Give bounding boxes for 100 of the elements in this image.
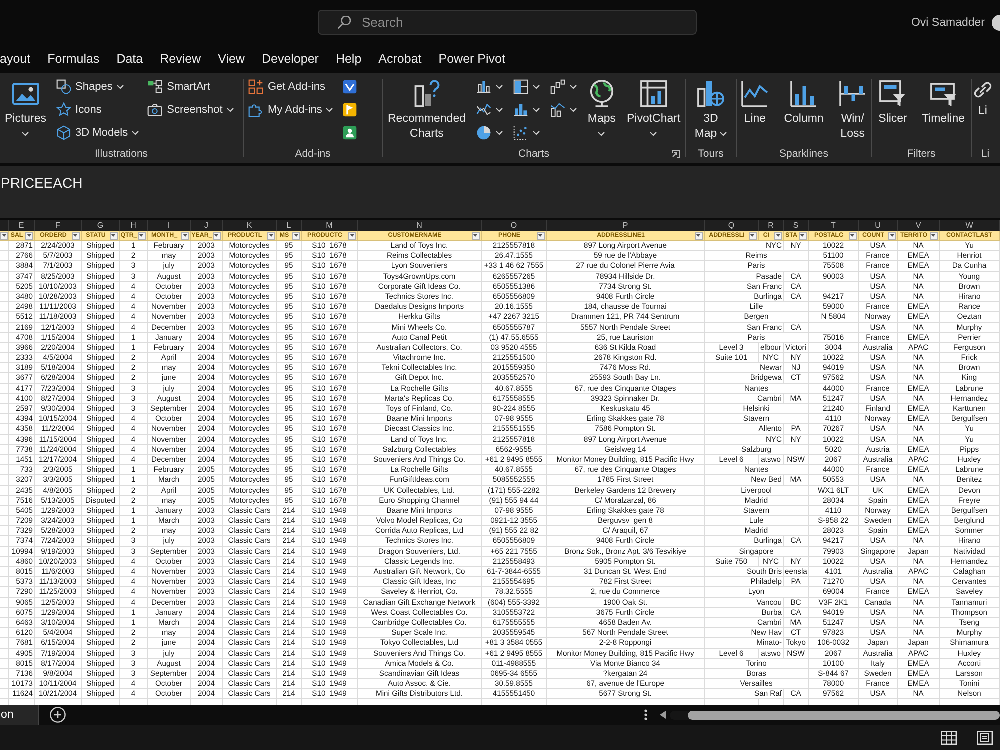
filter-dropdown-button[interactable] xyxy=(536,232,545,240)
ribbon-button[interactable]: Li xyxy=(972,75,994,119)
combo-chart-icon xyxy=(550,102,566,118)
menu-tab[interactable]: Data xyxy=(116,46,144,72)
filter-dropdown-button[interactable] xyxy=(348,232,356,240)
ribbon-button[interactable]: Win/ Loss xyxy=(834,75,871,142)
filter-dropdown-button[interactable] xyxy=(25,232,33,240)
filter-dropdown-button[interactable] xyxy=(138,232,146,240)
column-chart-icon xyxy=(476,78,492,94)
menu-tab[interactable]: Acrobat xyxy=(378,46,422,72)
ribbon-button[interactable]: 3D Models xyxy=(54,121,142,144)
menu-tab[interactable]: Help xyxy=(336,46,362,72)
filter-dropdown-button[interactable] xyxy=(774,232,782,240)
caret-icon xyxy=(800,234,806,237)
flag-tile-icon xyxy=(342,102,358,118)
caret-icon xyxy=(139,234,144,237)
ribbon-button[interactable]: Pictures xyxy=(2,75,50,136)
scroll-left-icon[interactable] xyxy=(660,711,666,719)
filter-dropdown-button[interactable] xyxy=(930,232,938,240)
group-label: Filters xyxy=(907,148,936,160)
ribbon-button[interactable]: Shapes xyxy=(54,75,142,98)
win-loss-sparkline-icon xyxy=(838,79,868,109)
caret-icon xyxy=(696,234,702,237)
add-sheet-icon[interactable] xyxy=(50,707,66,723)
filter-dropdown-button[interactable] xyxy=(181,232,189,240)
caret-icon xyxy=(2,234,6,237)
ribbon-button[interactable]: Maps xyxy=(584,75,620,136)
dialog-launcher-icon[interactable] xyxy=(672,150,680,158)
filter-dropdown-button[interactable] xyxy=(888,232,896,240)
ribbon-button[interactable]: Line xyxy=(737,75,774,127)
globe-buildings-icon xyxy=(696,79,726,109)
ribbon-button[interactable]: Icons xyxy=(54,98,142,121)
ribbon-button[interactable]: My Add-ins xyxy=(246,98,336,121)
menu-tab[interactable]: ayout xyxy=(0,46,31,72)
caret-icon xyxy=(890,234,894,237)
filter-dropdown-button[interactable] xyxy=(798,232,807,240)
filter-dropdown-button[interactable] xyxy=(848,232,857,240)
caret-icon xyxy=(750,234,756,237)
ribbon-button[interactable]: Screenshot xyxy=(145,98,236,121)
menu-tab[interactable]: Developer xyxy=(262,46,319,72)
filter-dropdown-button[interactable] xyxy=(267,232,275,240)
caret-icon xyxy=(776,234,780,237)
star-icon xyxy=(56,102,72,118)
menu-tab[interactable]: View xyxy=(218,46,245,72)
camera-icon xyxy=(147,102,164,118)
ribbon-button[interactable]: Timeline xyxy=(918,75,968,127)
caret-icon xyxy=(111,234,116,237)
caret-icon xyxy=(294,234,298,237)
person-tile-icon xyxy=(342,124,358,140)
ribbon-button[interactable]: Recommended Charts xyxy=(385,75,469,142)
waterfall-chart-icon xyxy=(550,78,566,94)
chevron-tile-icon xyxy=(342,78,358,94)
group-label: Sparklines xyxy=(779,148,829,160)
filter-dropdown-button[interactable] xyxy=(212,232,221,240)
menu-tab[interactable]: Formulas xyxy=(48,46,100,72)
caret-icon xyxy=(26,234,32,237)
caret-icon xyxy=(538,234,544,237)
group-label: Tours xyxy=(698,148,724,160)
caret-icon xyxy=(473,234,478,237)
filter-dropdown-button[interactable] xyxy=(472,232,480,240)
filter-dropdown-button[interactable] xyxy=(72,232,80,240)
cube-icon xyxy=(56,124,72,140)
normal-view-icon[interactable] xyxy=(941,730,957,744)
menu-tab[interactable]: Power Pivot xyxy=(438,46,506,72)
formula-bar[interactable]: PRICEEACH xyxy=(0,166,1000,218)
caret-icon xyxy=(73,234,78,237)
filter-dropdown-button[interactable] xyxy=(694,232,703,240)
user-name[interactable]: Ovi Samadder xyxy=(911,16,985,28)
line-sparkline-icon xyxy=(740,79,770,109)
ribbon-button[interactable]: SmartArt xyxy=(145,75,236,98)
caret-icon xyxy=(182,234,188,237)
ribbon-button[interactable]: 3D Map xyxy=(692,75,730,142)
pie-chart-icon xyxy=(476,124,492,140)
vertical-ellipsis-icon[interactable] xyxy=(644,709,648,721)
ribbon-button[interactable]: Column xyxy=(781,75,827,127)
scatter-chart-icon xyxy=(512,124,529,140)
ribbon-button[interactable]: Slicer xyxy=(874,75,911,127)
group-label: Add-ins xyxy=(295,148,331,160)
line-chart-icon xyxy=(476,102,492,118)
caret-icon xyxy=(850,234,856,237)
puzzle-icon xyxy=(248,102,264,118)
filter-dropdown-button[interactable] xyxy=(110,232,118,240)
filter-dropdown-button[interactable] xyxy=(292,232,300,240)
menu-tab[interactable]: Review xyxy=(160,46,202,72)
caret-icon xyxy=(268,234,274,237)
shapes-icon xyxy=(56,78,72,94)
ribbon-button[interactable]: PivotChart xyxy=(624,75,684,136)
group-label: Illustrations xyxy=(94,148,148,160)
page-layout-icon[interactable] xyxy=(977,730,993,744)
slicer-icon xyxy=(878,79,908,109)
group-label: Li xyxy=(981,148,990,160)
sheet-tab[interactable]: on xyxy=(0,705,39,725)
caret-icon xyxy=(931,234,936,237)
caret-icon xyxy=(350,234,354,237)
ribbon-button[interactable]: Get Add-ins xyxy=(246,75,336,98)
avatar-icon[interactable] xyxy=(992,14,1000,30)
filter-dropdown-button[interactable] xyxy=(748,232,757,240)
histogram-icon xyxy=(512,102,529,118)
search-field[interactable]: Search xyxy=(318,10,697,35)
treemap-icon xyxy=(512,78,529,94)
